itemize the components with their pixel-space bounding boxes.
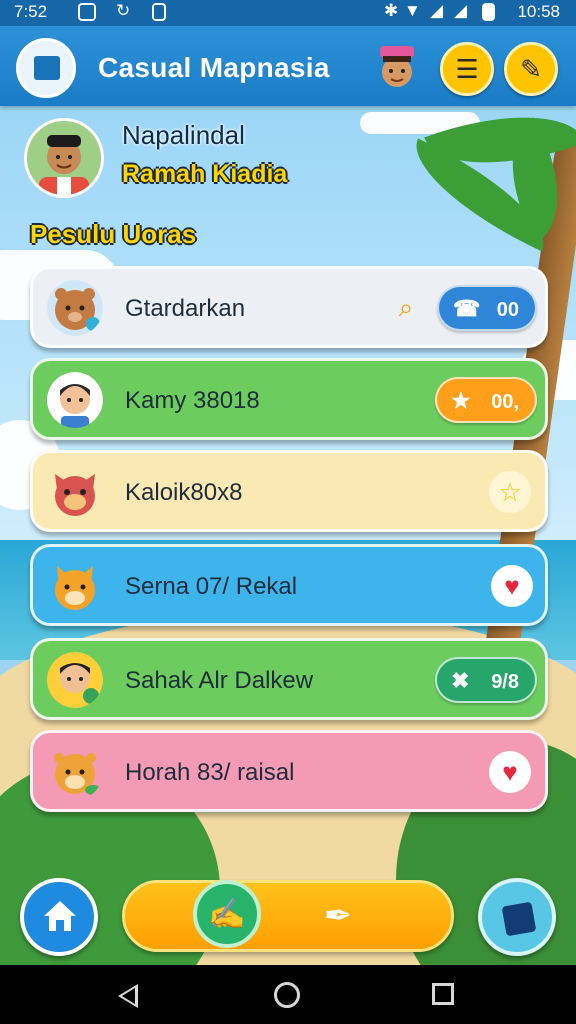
contact-name: Serna 07/ Rekal [125, 573, 298, 600]
wifi-icon: ▼ [404, 1, 421, 20]
favorite-count: 00, [491, 391, 519, 413]
compose-note-icon: ✍ [208, 897, 246, 931]
battery-icon [482, 3, 495, 21]
bear-avatar-icon [47, 280, 103, 336]
notification-icon [78, 3, 96, 21]
sync-icon: ↻ [116, 1, 131, 20]
phone-icon: ☎ [453, 296, 481, 321]
magnifier-icon[interactable]: ⌕ [385, 287, 427, 329]
status-bar: 7:52 ↻ ✱ ▼ ◢ ◢ 10:58 [0, 0, 576, 26]
contact-name: Horah 83/ raisal [125, 759, 295, 786]
contact-card[interactable]: Horah 83/ raisal ♥ [30, 730, 548, 812]
edit-button[interactable]: ✎ [504, 42, 558, 96]
pencil-icon: ✎ [520, 53, 542, 84]
contact-card[interactable]: Kaloik80x8 ☆ [30, 450, 548, 532]
home-circle-icon[interactable] [274, 982, 300, 1008]
heart-icon[interactable]: ♥ [491, 565, 533, 607]
chat-book-icon [34, 56, 60, 80]
photo-card-icon [501, 901, 537, 937]
person-avatar-icon [27, 121, 101, 195]
contact-card[interactable]: Kamy 38018 ★ 00, [30, 358, 548, 440]
fox-avatar-icon [55, 566, 95, 610]
profile-name: Napalindal [122, 120, 245, 150]
contact-name: Kamy 38018 [125, 387, 260, 414]
man-avatar-icon [47, 652, 103, 708]
section-title: Pesulu Uoras [30, 219, 197, 249]
status-time: 7:52 [14, 2, 48, 21]
user-avatar-icon[interactable] [374, 44, 420, 92]
profile-avatar[interactable] [24, 118, 104, 198]
back-icon[interactable] [118, 984, 138, 1008]
pen-nib-icon: ✒ [323, 897, 353, 935]
contact-name: Gtardarkan [125, 295, 246, 322]
signal-icon: ◢ [454, 1, 468, 20]
call-count: 00 [496, 299, 519, 321]
contact-card[interactable]: Sahak Alr Dalkew ✖ 9/8 [30, 638, 548, 720]
gallery-button[interactable] [478, 878, 556, 956]
call-button[interactable]: ☎ 00 [437, 285, 537, 331]
favorite-button[interactable]: ★ 00, [435, 377, 537, 423]
app-bar: Casual Mapnasia ☰ ✎ [0, 26, 576, 106]
house-icon [44, 901, 76, 931]
phone-status-icon [152, 3, 166, 21]
status-clock: 10:58 [517, 2, 560, 21]
app-title: Casual Mapnasia [98, 52, 330, 83]
contact-card[interactable]: Serna 07/ Rekal ♥ [30, 544, 548, 626]
home-button[interactable] [20, 878, 98, 956]
dismiss-count: 9/8 [491, 671, 519, 693]
compose-button[interactable]: ✍ [193, 880, 261, 948]
signal-icon: ◢ [430, 1, 444, 20]
cat-avatar-icon [55, 474, 95, 516]
hamburger-menu-icon: ☰ [455, 53, 479, 84]
heart-icon[interactable]: ♥ [489, 751, 531, 793]
otter-avatar-icon [54, 753, 101, 795]
profile-subtitle: Ramah Kiadia [122, 160, 288, 188]
close-x-icon: ✖ [451, 668, 470, 693]
contact-card[interactable]: Gtardarkan ⌕ ☎ 00 [30, 266, 548, 348]
action-dock: ✍ ✒ [122, 880, 454, 952]
bluetooth-icon: ✱ [384, 1, 399, 20]
star-icon[interactable]: ☆ [489, 471, 531, 513]
boy-avatar-icon [47, 372, 103, 428]
pen-button[interactable]: ✒ [311, 893, 365, 939]
menu-button[interactable]: ☰ [440, 42, 494, 96]
star-icon: ★ [451, 388, 471, 413]
app-logo-button[interactable] [16, 38, 76, 98]
recent-apps-icon[interactable] [432, 983, 454, 1005]
dismiss-button[interactable]: ✖ 9/8 [435, 657, 537, 703]
contact-name: Kaloik80x8 [125, 479, 243, 506]
contact-name: Sahak Alr Dalkew [125, 667, 314, 694]
system-nav-bar [0, 965, 576, 1024]
